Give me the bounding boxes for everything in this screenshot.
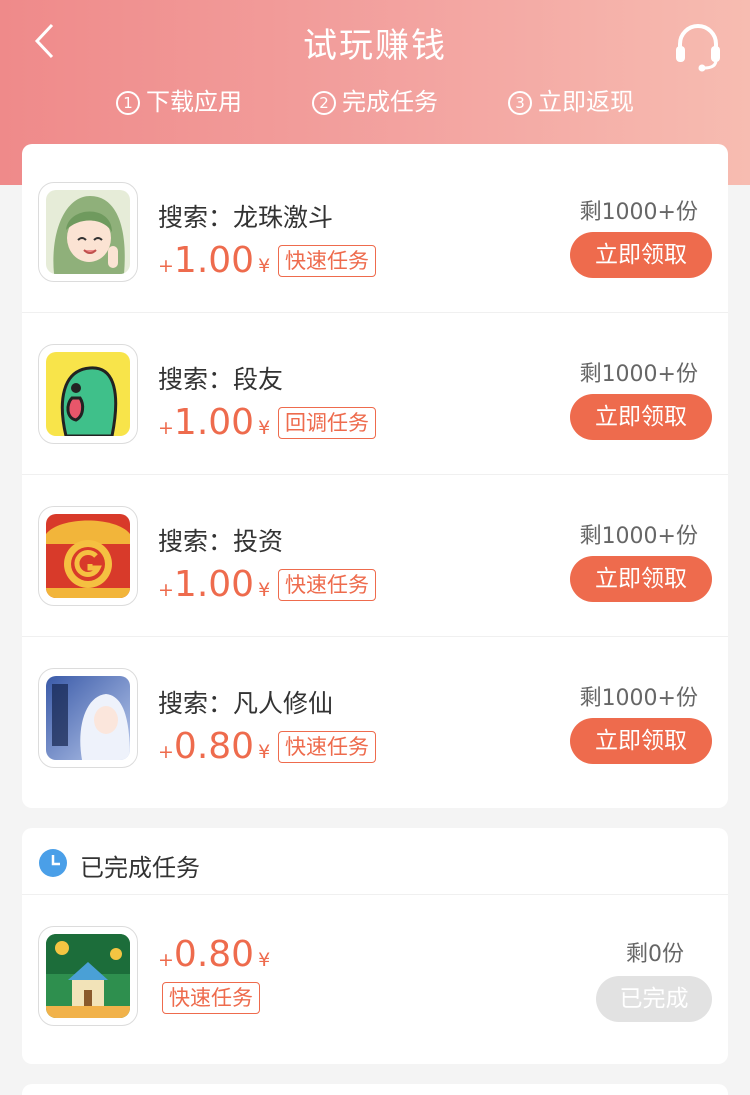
remaining-count: 剩1000+份 <box>579 524 698 549</box>
remaining-count: 剩1000+份 <box>579 200 698 225</box>
reward-plus: + <box>158 741 174 763</box>
task-name: 搜索：段友 <box>158 365 284 394</box>
reward-value: 1.00 <box>173 564 255 605</box>
step-label: 完成任务 <box>342 88 438 116</box>
remaining-count: 剩1000+份 <box>579 362 698 387</box>
task-list-card: 搜索：龙珠激斗 +1.00 ¥ 快速任务 剩1000+份 立即领取 搜索：段友 +… <box>22 144 728 808</box>
page-title: 试玩赚钱 <box>303 26 447 66</box>
reward-amount: +1.00 ¥ <box>158 240 270 281</box>
task-item[interactable]: 搜索：龙珠激斗 +1.00 ¥ 快速任务 剩1000+份 立即领取 <box>22 144 728 306</box>
reward-currency: ¥ <box>258 949 271 971</box>
reward-currency: ¥ <box>258 255 271 277</box>
headset-icon <box>676 24 720 72</box>
completed-header: 已完成任务 <box>22 828 728 894</box>
step-label: 立即返现 <box>538 88 634 116</box>
task-name: 搜索：凡人修仙 <box>158 689 334 718</box>
steps-bar: 1 下载应用 2 完成任务 3 立即返现 <box>0 82 750 122</box>
task-type-tag: 快速任务 <box>162 982 260 1014</box>
app-icon <box>38 344 138 444</box>
completed-button: 已完成 <box>596 976 712 1022</box>
app-artwork <box>46 934 130 1018</box>
claim-button[interactable]: 立即领取 <box>570 718 712 764</box>
app-icon <box>38 668 138 768</box>
completed-card: 已完成任务 +0.80 ¥ 快速任务 剩0份 已完成 <box>22 828 728 1064</box>
completed-item: +0.80 ¥ 快速任务 剩0份 已完成 <box>22 894 728 1064</box>
app-artwork <box>46 352 130 436</box>
reward-currency: ¥ <box>258 579 271 601</box>
reward-amount: +0.80 ¥ <box>158 934 270 975</box>
remaining-count: 剩1000+份 <box>579 686 698 711</box>
reward-value: 1.00 <box>173 240 255 281</box>
task-name: 搜索：投资 <box>158 527 284 556</box>
reward-currency: ¥ <box>258 417 271 439</box>
app-icon <box>38 506 138 606</box>
task-item[interactable]: 搜索：投资 +1.00 ¥ 快速任务 剩1000+份 立即领取 <box>22 468 728 630</box>
step-number: 1 <box>116 91 140 115</box>
claim-button[interactable]: 立即领取 <box>570 556 712 602</box>
reward-currency: ¥ <box>258 741 271 763</box>
task-type-tag: 回调任务 <box>278 407 376 439</box>
reward-value: 0.80 <box>173 934 255 975</box>
clock-icon <box>39 849 67 877</box>
reward-value: 1.00 <box>173 402 255 443</box>
reward-amount: +1.00 ¥ <box>158 402 270 443</box>
claim-button[interactable]: 立即领取 <box>570 394 712 440</box>
reward-plus: + <box>158 579 174 601</box>
task-item[interactable]: 搜索：段友 +1.00 ¥ 回调任务 剩1000+份 立即领取 <box>22 306 728 468</box>
app-icon <box>38 182 138 282</box>
app-artwork <box>46 190 130 274</box>
app-artwork <box>46 676 130 760</box>
task-type-tag: 快速任务 <box>278 569 376 601</box>
step-number: 3 <box>508 91 532 115</box>
step-label: 下载应用 <box>146 88 242 116</box>
task-type-tag: 快速任务 <box>278 245 376 277</box>
task-name: 搜索：龙珠激斗 <box>158 203 334 232</box>
task-type-tag: 快速任务 <box>278 731 376 763</box>
app-artwork <box>46 514 130 598</box>
completed-title: 已完成任务 <box>80 854 200 882</box>
step-3: 3 立即返现 <box>508 82 634 117</box>
customer-service-button[interactable] <box>672 20 724 72</box>
app-icon <box>38 926 138 1026</box>
reward-amount: +0.80 ¥ <box>158 726 270 767</box>
reward-plus: + <box>158 949 174 971</box>
reward-amount: +1.00 ¥ <box>158 564 270 605</box>
reward-plus: + <box>158 417 174 439</box>
remaining-count: 剩0份 <box>626 942 684 967</box>
claim-button[interactable]: 立即领取 <box>570 232 712 278</box>
step-1: 1 下载应用 <box>116 82 242 117</box>
step-2: 2 完成任务 <box>312 82 438 117</box>
step-number: 2 <box>312 91 336 115</box>
next-card-edge <box>22 1084 728 1095</box>
reward-value: 0.80 <box>173 726 255 767</box>
reward-plus: + <box>158 255 174 277</box>
task-item[interactable]: 搜索：凡人修仙 +0.80 ¥ 快速任务 剩1000+份 立即领取 <box>22 630 728 792</box>
